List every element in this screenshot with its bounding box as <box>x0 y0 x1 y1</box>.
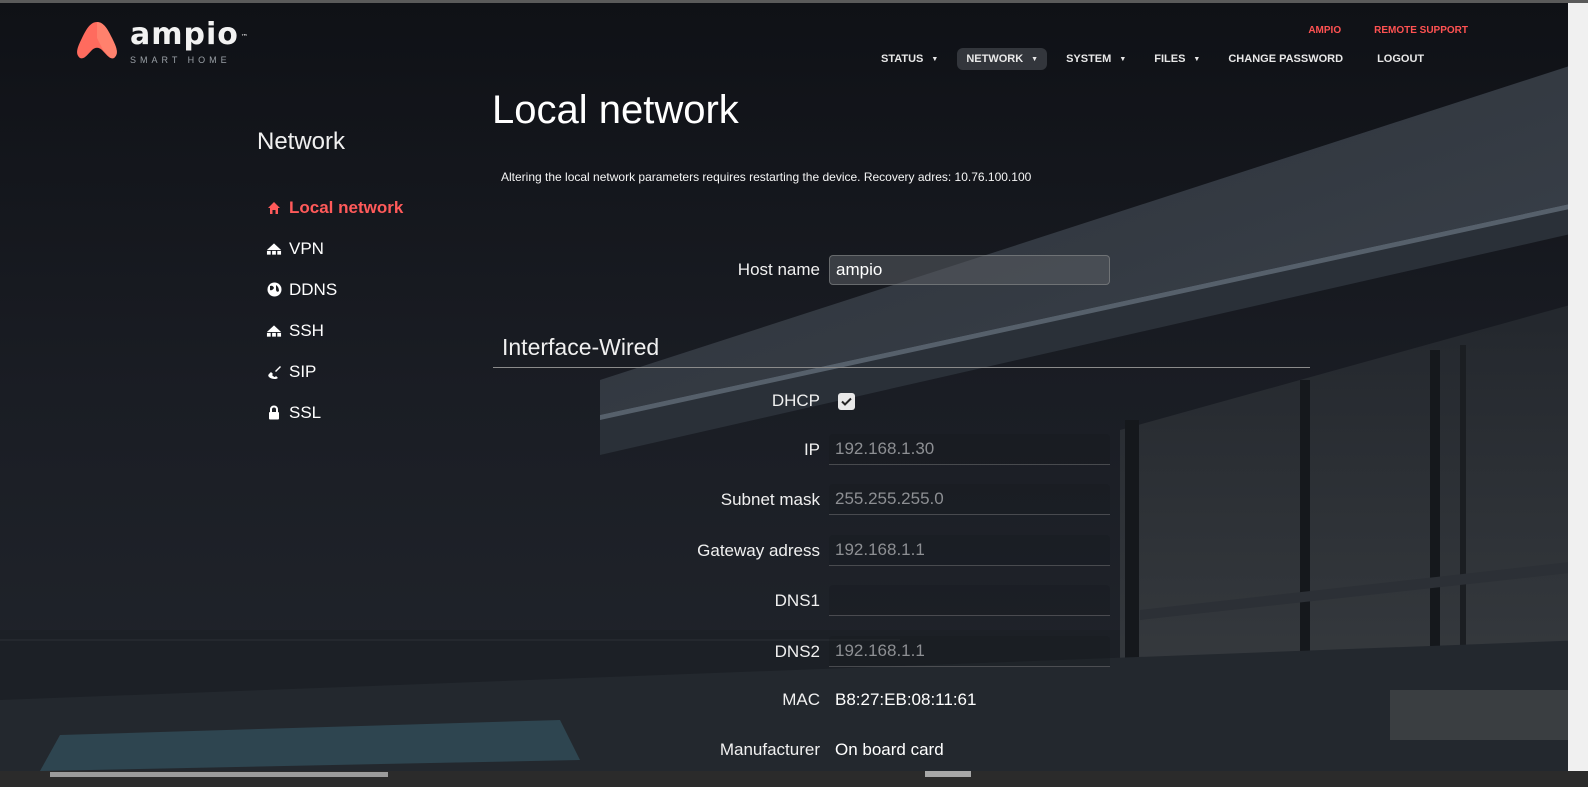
mac-value: B8:27:EB:08:11:61 <box>835 690 977 709</box>
manufacturer-row: Manufacturer On board card <box>493 740 1133 760</box>
top-links: AMPIO REMOTE SUPPORT <box>1308 25 1468 36</box>
host-name-row: Host name ampio <box>493 255 1133 285</box>
gateway-label: Gateway adress <box>697 540 820 560</box>
ip-row: IP 192.168.1.30 <box>493 434 1133 465</box>
remote-support-link[interactable]: REMOTE SUPPORT <box>1374 25 1468 36</box>
sidebar-item-label: Local network <box>289 197 404 217</box>
sidebar-item-local-network[interactable]: Local network <box>266 187 403 228</box>
dhcp-checkbox[interactable] <box>838 392 855 410</box>
restart-notice: Altering the local network parameters re… <box>501 170 1032 184</box>
sidebar-item-ssh[interactable]: SSH <box>266 310 403 351</box>
dhcp-row: DHCP <box>493 391 1133 411</box>
nav-label: CHANGE PASSWORD <box>1228 53 1344 65</box>
sidebar-item-label: VPN <box>289 238 324 258</box>
nav-label: SYSTEM <box>1066 53 1112 65</box>
section-interface-wired: Interface-Wired <box>493 331 1310 368</box>
dns2-label: DNS2 <box>774 641 820 661</box>
host-name-input[interactable]: ampio <box>829 255 1110 285</box>
sidebar-item-sip[interactable]: SIP <box>266 351 403 392</box>
nav-label: NETWORK <box>966 53 1024 65</box>
host-name-label: Host name <box>737 260 820 279</box>
sitemap-icon <box>266 323 282 339</box>
globe-icon <box>266 282 282 298</box>
caret-down-icon: ▼ <box>1031 55 1039 63</box>
lock-icon <box>266 405 282 421</box>
ip-field[interactable]: 192.168.1.30 <box>829 434 1110 465</box>
checkmark-icon <box>841 397 852 406</box>
home-icon <box>266 200 282 216</box>
sidebar-item-label: SSH <box>289 320 324 340</box>
manufacturer-label: Manufacturer <box>719 740 820 759</box>
gateway-field[interactable]: 192.168.1.1 <box>829 535 1110 566</box>
dns1-field[interactable] <box>829 585 1110 616</box>
sidebar-item-ssl[interactable]: SSL <box>266 392 403 433</box>
scrollbar-thumb[interactable] <box>50 772 388 777</box>
caret-down-icon: ▼ <box>1193 55 1201 63</box>
subnet-mask-label: Subnet mask <box>720 489 820 509</box>
mac-label: MAC <box>782 690 820 709</box>
ip-label: IP <box>803 439 820 459</box>
nav-status[interactable]: STATUS ▼ <box>872 48 947 70</box>
sidebar-menu: Local network VPN DDNS SSH SIP SSL <box>266 187 403 433</box>
caret-down-icon: ▼ <box>931 55 939 63</box>
dns2-row: DNS2 192.168.1.1 <box>493 636 1133 667</box>
subnet-row: Subnet mask 255.255.255.0 <box>493 484 1133 515</box>
nav-files[interactable]: FILES ▼ <box>1145 48 1209 70</box>
page-title: Local network <box>492 88 739 132</box>
sitemap-icon <box>266 241 282 257</box>
sidebar-item-vpn[interactable]: VPN <box>266 228 403 269</box>
sidebar-item-ddns[interactable]: DDNS <box>266 269 403 310</box>
nav-label: STATUS <box>881 53 924 65</box>
vertical-scrollbar[interactable] <box>1568 0 1588 771</box>
sidebar-item-label: SIP <box>289 361 317 381</box>
scrollbar-thumb[interactable] <box>925 771 971 777</box>
dns1-row: DNS1 <box>493 585 1133 616</box>
trademark-sign: ™ <box>240 33 249 41</box>
dns1-label: DNS1 <box>774 590 820 610</box>
ampio-logo-mark <box>77 22 117 59</box>
gateway-row: Gateway adress 192.168.1.1 <box>493 535 1133 566</box>
dns2-field[interactable]: 192.168.1.1 <box>829 636 1110 667</box>
dhcp-label: DHCP <box>771 391 820 410</box>
horizontal-scrollbar[interactable] <box>0 771 1588 787</box>
brand-tagline: SMART HOME <box>130 55 231 65</box>
nav-change-password[interactable]: CHANGE PASSWORD <box>1219 48 1352 70</box>
nav-label: LOGOUT <box>1377 53 1425 65</box>
ampio-link[interactable]: AMPIO <box>1308 25 1341 36</box>
sidebar-item-label: SSL <box>289 402 322 422</box>
ampio-logo[interactable]: ampio ™ SMART HOME <box>74 20 249 65</box>
nav-system[interactable]: SYSTEM ▼ <box>1057 48 1135 70</box>
main-nav: STATUS ▼ NETWORK ▼ SYSTEM ▼ FILES ▼ CHANGE P… <box>872 48 1443 70</box>
nav-label: FILES <box>1154 53 1186 65</box>
window-top-border <box>0 0 1588 3</box>
sidebar-item-label: DDNS <box>289 279 338 299</box>
brand-name: ampio <box>130 17 239 52</box>
nav-logout[interactable]: LOGOUT <box>1368 48 1433 70</box>
caret-down-icon: ▼ <box>1119 55 1127 63</box>
phone-icon <box>266 364 282 380</box>
mac-row: MAC B8:27:EB:08:11:61 <box>493 690 1133 710</box>
sidebar-title: Network <box>257 128 346 155</box>
subnet-mask-field[interactable]: 255.255.255.0 <box>829 484 1110 515</box>
manufacturer-value: On board card <box>835 740 944 759</box>
nav-network[interactable]: NETWORK ▼ <box>957 48 1048 70</box>
